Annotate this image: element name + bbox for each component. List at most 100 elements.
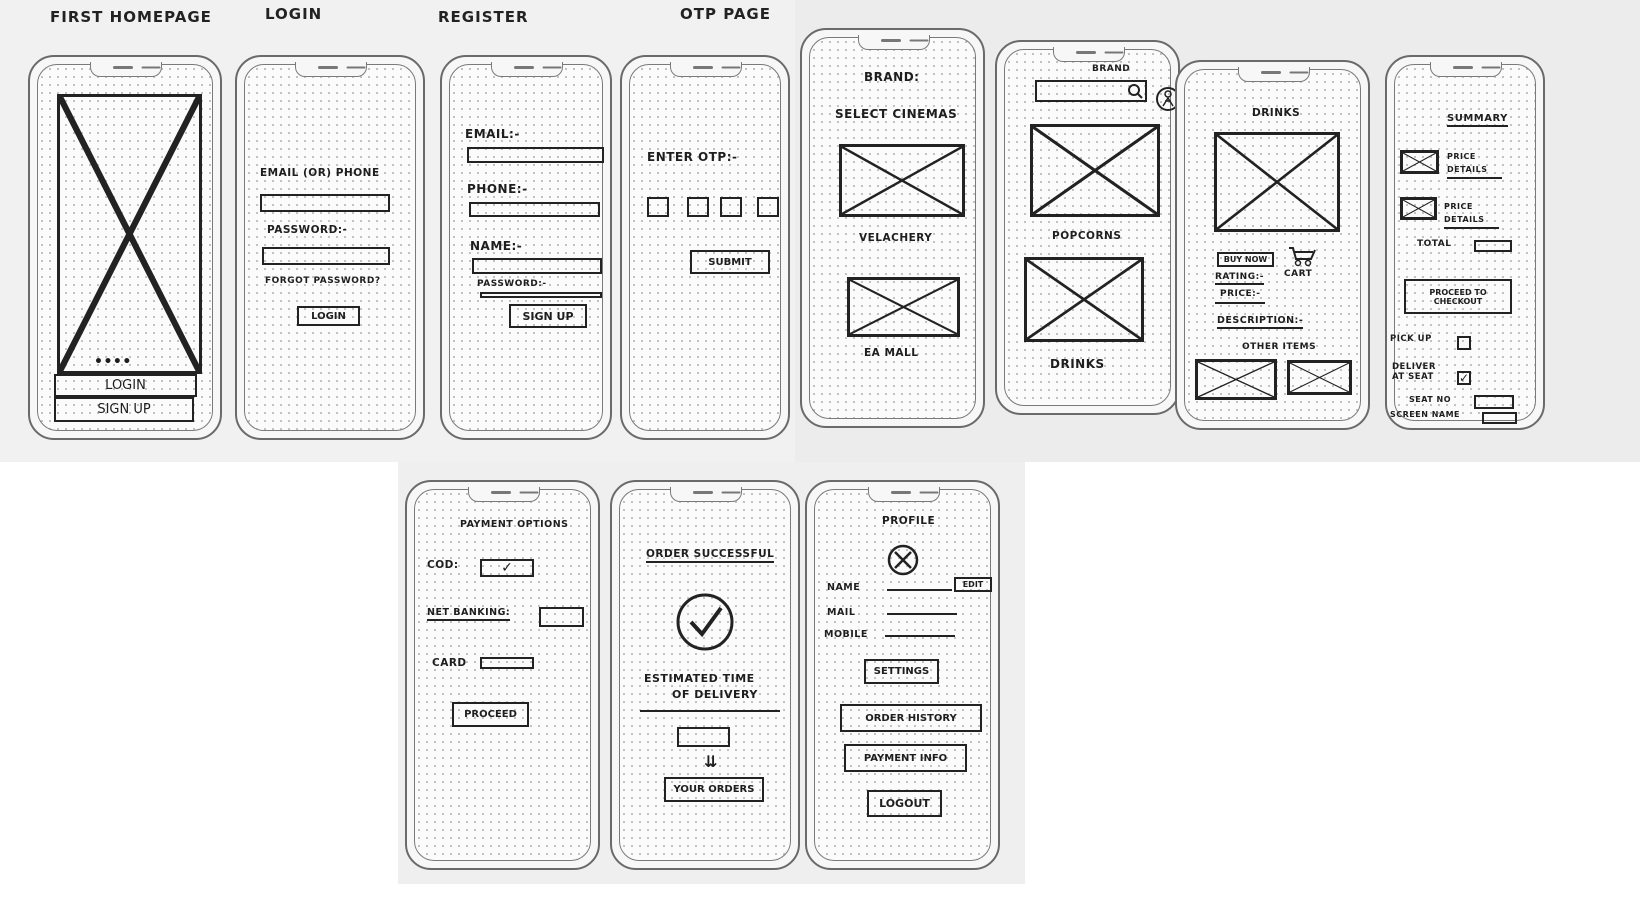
total-label: Total: [1417, 239, 1452, 249]
popcorns-label[interactable]: Popcorns: [1052, 230, 1121, 242]
signup-button[interactable]: Sign Up: [509, 304, 587, 328]
popcorns-image[interactable]: [1030, 124, 1160, 217]
rating-label: Rating:-: [1215, 272, 1264, 285]
password-label: Password:-: [477, 279, 547, 289]
phone-input[interactable]: [469, 202, 600, 217]
notch: [670, 62, 742, 77]
drinks-label[interactable]: Drinks: [1050, 357, 1105, 371]
settings-button[interactable]: Settings: [864, 659, 939, 684]
notch: [491, 62, 563, 77]
other-item-image[interactable]: [1287, 360, 1352, 395]
card-label: Card: [432, 657, 467, 669]
cart-label[interactable]: Cart: [1284, 269, 1312, 279]
phone-profile: Profile Name Edit Mail Mobile Settings O…: [805, 480, 1000, 870]
signup-button[interactable]: Sign Up: [54, 397, 194, 422]
email-input[interactable]: [260, 194, 390, 212]
phone-product: Drinks Buy Now Cart Rating:- Price:- Des…: [1175, 60, 1370, 430]
search-input[interactable]: [1035, 80, 1147, 102]
profile-heading: Profile: [882, 515, 936, 527]
name-input[interactable]: [472, 258, 602, 274]
order-history-button[interactable]: Order History: [840, 704, 982, 732]
screen: [1004, 49, 1171, 406]
phone-first-homepage: •••• Login Sign Up: [28, 55, 222, 440]
product-heading: Drinks: [1252, 107, 1301, 119]
deliver-at-seat-label: Deliver at Seat: [1392, 362, 1436, 382]
screen-name-label: Screen Name: [1390, 410, 1461, 419]
phone-label: Phone:-: [467, 182, 528, 196]
phone-menu: Brand Popcorns Drinks: [995, 40, 1180, 415]
carousel-dots: ••••: [94, 354, 132, 370]
total-value: [1474, 240, 1512, 252]
phone-otp: Enter OTP:- Submit: [620, 55, 790, 440]
otp-digit-2[interactable]: [687, 197, 709, 217]
notch: [1237, 67, 1310, 82]
cinema-name-ea-mall[interactable]: EA Mall: [864, 347, 918, 359]
order-successful-heading: Order Successful: [646, 548, 775, 563]
drinks-image[interactable]: [1024, 257, 1144, 342]
summary-heading: Summary: [1447, 113, 1508, 127]
name-label: Name:-: [470, 239, 523, 253]
proceed-button[interactable]: Proceed: [452, 702, 529, 727]
cart-icon[interactable]: [1287, 245, 1319, 267]
name-label: Name: [827, 582, 861, 593]
name-value: [887, 589, 952, 591]
password-input[interactable]: [262, 247, 390, 265]
item-thumbnail: [1400, 150, 1439, 174]
screen-name-input[interactable]: [1482, 412, 1517, 424]
cinema-image-ea-mall[interactable]: [847, 277, 960, 337]
proceed-to-checkout-button[interactable]: Proceed to Checkout: [1404, 279, 1512, 314]
notch: [90, 62, 162, 77]
cinema-image-velachery[interactable]: [839, 144, 965, 217]
price-details-label: Price Details: [1444, 200, 1499, 229]
screen: [414, 489, 591, 861]
phone-register: Email:- Phone:- Name:- Password:- Sign U…: [440, 55, 612, 440]
net-banking-option[interactable]: [539, 607, 584, 627]
payment-info-button[interactable]: Payment Info: [844, 744, 967, 772]
description-label: Description:-: [1217, 315, 1304, 329]
screen-title-first-homepage: First Homepage: [50, 8, 212, 26]
mobile-value: [885, 635, 955, 637]
price-underline: [1215, 302, 1265, 304]
notch: [857, 35, 930, 50]
your-orders-button[interactable]: Your Orders: [664, 777, 764, 802]
price-label: Price:-: [1220, 289, 1261, 299]
logout-button[interactable]: Logout: [867, 790, 942, 817]
cod-option[interactable]: ✓: [480, 559, 534, 577]
phone-login: Email (or) Phone Password:- Forgot Passw…: [235, 55, 425, 440]
net-banking-label: Net Banking:: [427, 607, 511, 621]
otp-digit-1[interactable]: [647, 197, 669, 217]
email-input[interactable]: [467, 147, 604, 163]
otp-digit-4[interactable]: [757, 197, 779, 217]
forgot-password-link[interactable]: Forgot Password?: [265, 276, 381, 286]
screen: [809, 37, 976, 419]
item-thumbnail: [1400, 197, 1437, 220]
login-button[interactable]: Login: [297, 306, 360, 326]
edit-button[interactable]: Edit: [954, 577, 992, 592]
notch: [295, 62, 367, 77]
password-input[interactable]: [480, 292, 602, 298]
mail-value: [887, 613, 957, 615]
screen-title-otp: OTP Page: [680, 5, 771, 23]
buy-now-button[interactable]: Buy Now: [1217, 252, 1274, 267]
notch: [1430, 62, 1502, 77]
screen: [629, 64, 781, 431]
seat-no-input[interactable]: [1474, 395, 1514, 409]
card-option[interactable]: [480, 657, 534, 669]
pickup-checkbox[interactable]: [1457, 336, 1471, 350]
search-icon[interactable]: [1127, 83, 1143, 99]
brand-label: Brand:: [864, 70, 920, 84]
image-placeholder: [57, 94, 202, 374]
other-item-image[interactable]: [1195, 359, 1277, 400]
eta-label-line2: of Delivery: [672, 688, 758, 701]
phone-summary: Summary Price Details Price Details Tota…: [1385, 55, 1545, 430]
login-button[interactable]: Login: [54, 374, 197, 397]
password-label: Password:-: [267, 224, 348, 236]
otp-digit-3[interactable]: [720, 197, 742, 217]
deliver-at-seat-checkbox[interactable]: ✓: [1457, 371, 1471, 385]
price-details-label: Price Details: [1447, 150, 1502, 179]
submit-button[interactable]: Submit: [690, 250, 770, 274]
cinema-name-velachery[interactable]: Velachery: [859, 232, 932, 244]
eta-label-line1: Estimated Time: [644, 672, 755, 685]
seat-no-label: Seat No: [1409, 395, 1452, 404]
phone-payment-options: Payment Options COD: ✓ Net Banking: Card…: [405, 480, 600, 870]
